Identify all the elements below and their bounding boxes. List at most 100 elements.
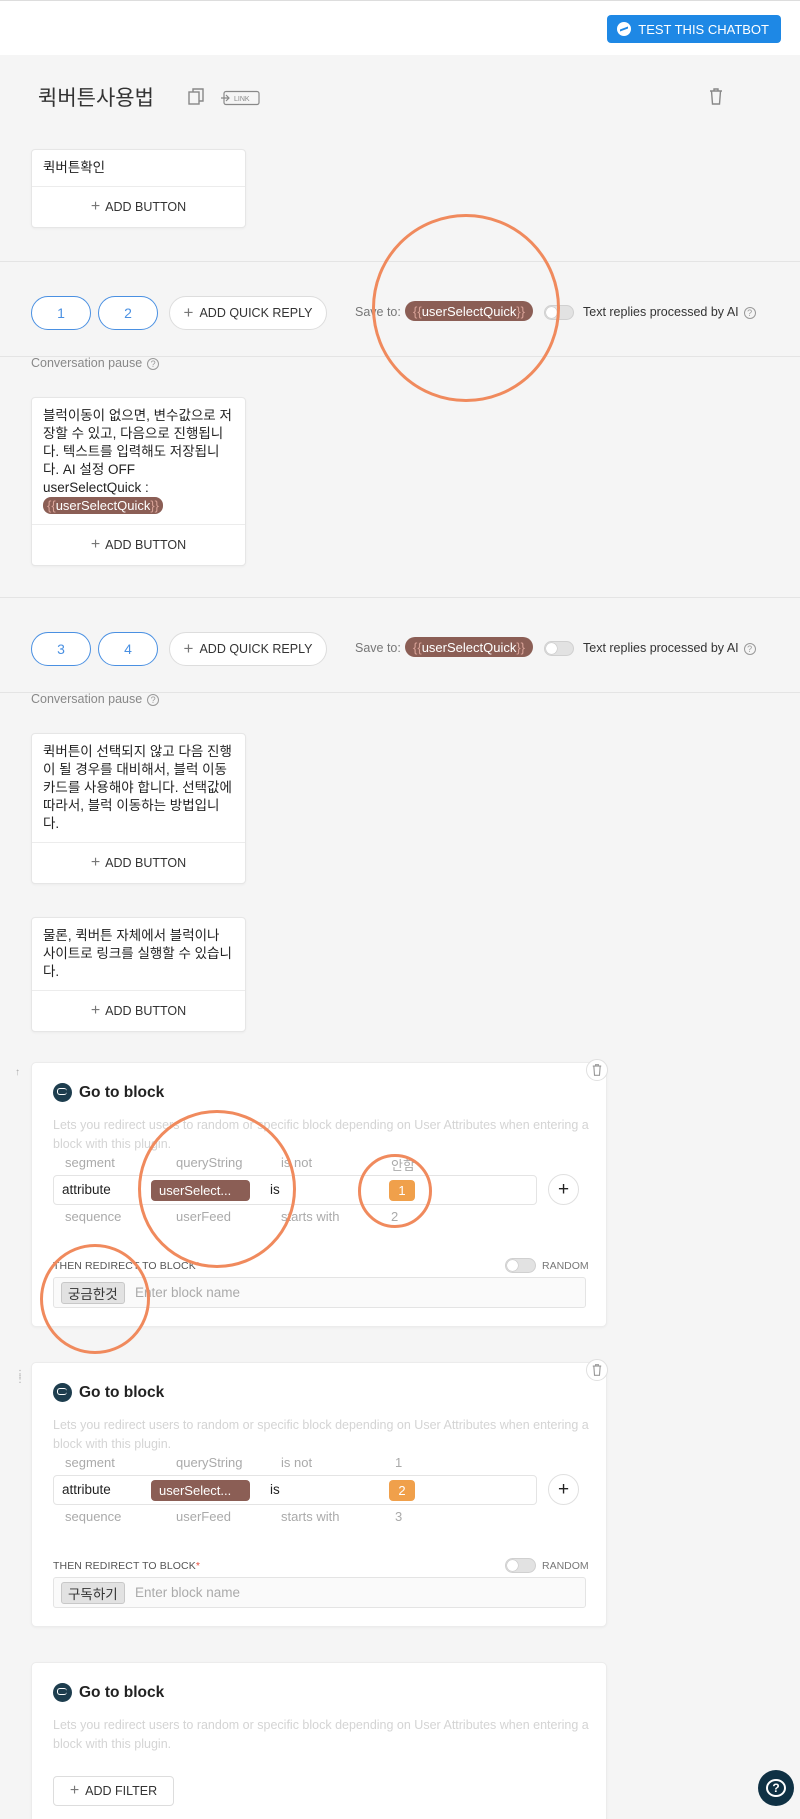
go-to-block-plugin: Go to block Lets you redirect users to r…: [31, 1062, 607, 1327]
filter-attribute-pill[interactable]: userSelect...: [151, 1180, 250, 1201]
inline-variable: {{userSelectQuick}}: [43, 497, 164, 514]
filter-value-badge[interactable]: 2: [389, 1480, 415, 1501]
filter-type[interactable]: attribute: [62, 1482, 111, 1497]
add-quick-reply-button[interactable]: + ADD QUICK REPLY: [169, 632, 327, 666]
card-text[interactable]: 퀵버튼확인: [32, 150, 245, 187]
quick-reply[interactable]: 3: [31, 632, 91, 666]
text-card: 블럭이동이 없으면, 변수값으로 저장할 수 있고, 다음으로 진행됩니다. 텍…: [31, 397, 246, 566]
plugin-header: Go to block: [53, 1683, 164, 1702]
block-chip[interactable]: 구독하기: [61, 1582, 125, 1604]
add-button[interactable]: + ADD BUTTON: [32, 991, 245, 1031]
then-redirect-label: THEN REDIRECT TO BLOCK*: [53, 1260, 200, 1272]
plugin-description: Lets you redirect users to random or spe…: [53, 1718, 589, 1751]
quick-reply[interactable]: 1: [31, 296, 91, 330]
help-icon[interactable]: ?: [743, 643, 756, 655]
drag-handle-icon[interactable]: ⋮ ⋮: [15, 1370, 25, 1385]
link-icon[interactable]: LINK: [220, 90, 260, 106]
plugin-title: Go to block: [79, 1383, 165, 1401]
conversation-pause-label[interactable]: Conversation pause?: [31, 692, 160, 706]
plugin-delete-button[interactable]: [586, 1059, 608, 1081]
link-tag-text: LINK: [234, 96, 250, 103]
plus-icon: +: [90, 1002, 101, 1019]
plugin-description: Lets you redirect users to random or spe…: [53, 1418, 589, 1451]
filter-row[interactable]: attribute userSelect... is 1: [53, 1175, 537, 1205]
save-variable-pill[interactable]: {{userSelectQuick}}: [405, 637, 534, 657]
add-filter-plus-button[interactable]: +: [548, 1174, 579, 1205]
add-button[interactable]: + ADD BUTTON: [32, 525, 245, 565]
block-name-input[interactable]: 궁금한것 Enter block name: [53, 1277, 586, 1308]
plus-icon: +: [69, 1782, 80, 1799]
block-title[interactable]: 퀵버튼사용법: [38, 82, 154, 112]
filter-type[interactable]: attribute: [62, 1182, 111, 1197]
plus-icon: +: [183, 303, 194, 322]
add-button-label: ADD BUTTON: [105, 1004, 187, 1018]
plus-icon: +: [183, 639, 194, 658]
plugin-delete-button[interactable]: [586, 1359, 608, 1381]
card-text-body: 블럭이동이 없으면, 변수값으로 저장할 수 있고, 다음으로 진행됩니다. 텍…: [43, 408, 232, 495]
random-label: RANDOM: [542, 1559, 589, 1572]
random-label: RANDOM: [542, 1259, 589, 1272]
divider: [0, 261, 800, 262]
random-toggle-wrap[interactable]: RANDOM: [505, 1558, 589, 1573]
block-title-row: 퀵버튼사용법: [38, 82, 154, 112]
go-to-block-icon: [53, 1683, 72, 1702]
card-text[interactable]: 퀵버튼이 선택되지 않고 다음 진행이 될 경우를 대비해서, 블럭 이동 카드…: [32, 734, 245, 843]
quick-reply[interactable]: 2: [98, 296, 158, 330]
variable-name: userSelectQuick: [421, 639, 517, 655]
help-button[interactable]: ?: [758, 1770, 794, 1806]
add-filter-button[interactable]: + ADD FILTER: [53, 1776, 174, 1806]
add-button[interactable]: + ADD BUTTON: [32, 843, 245, 883]
filter-operator[interactable]: is: [270, 1482, 280, 1497]
ai-label: Text replies processed by AI?: [583, 641, 756, 655]
text-card: 퀵버튼확인 + ADD BUTTON: [31, 149, 246, 228]
test-chatbot-label: TEST THIS CHATBOT: [638, 21, 769, 37]
add-quick-reply-label: ADD QUICK REPLY: [199, 306, 313, 320]
card-text[interactable]: 블럭이동이 없으면, 변수값으로 저장할 수 있고, 다음으로 진행됩니다. 텍…: [32, 398, 245, 525]
filter-operator[interactable]: is: [270, 1182, 280, 1197]
plugin-header: Go to block: [53, 1083, 164, 1102]
save-to-label: Save to:: [355, 305, 401, 319]
conversation-pause-label[interactable]: Conversation pause?: [31, 356, 160, 370]
plus-icon: +: [90, 198, 101, 215]
save-variable-pill[interactable]: {{userSelectQuick}}: [405, 301, 534, 321]
copy-icon[interactable]: [188, 88, 204, 105]
help-icon[interactable]: ?: [147, 694, 160, 706]
block-name-placeholder: Enter block name: [135, 1285, 241, 1300]
drag-handle-icon[interactable]: ↑: [15, 1068, 20, 1078]
divider: [0, 597, 800, 598]
block-chip[interactable]: 궁금한것: [61, 1282, 125, 1304]
test-chatbot-button[interactable]: TEST THIS CHATBOT: [607, 15, 781, 43]
ai-toggle[interactable]: [544, 305, 574, 320]
filter-value-badge[interactable]: 1: [389, 1180, 415, 1201]
save-to-label: Save to:: [355, 641, 401, 655]
help-icon[interactable]: ?: [743, 307, 756, 319]
top-bar: TEST THIS CHATBOT: [0, 0, 800, 55]
plugin-title: Go to block: [79, 1083, 165, 1101]
random-toggle[interactable]: [505, 1258, 536, 1273]
trash-icon: [592, 1064, 602, 1076]
go-to-block-plugin: Go to block Lets you redirect users to r…: [31, 1662, 607, 1819]
add-button[interactable]: + ADD BUTTON: [32, 187, 245, 227]
go-to-block-plugin: Go to block Lets you redirect users to r…: [31, 1362, 607, 1627]
trash-icon[interactable]: [709, 88, 723, 105]
go-to-block-icon: [53, 1383, 72, 1402]
ai-toggle[interactable]: [544, 641, 574, 656]
add-filter-plus-button[interactable]: +: [548, 1474, 579, 1505]
block-name-input[interactable]: 구독하기 Enter block name: [53, 1577, 586, 1608]
add-quick-reply-button[interactable]: + ADD QUICK REPLY: [169, 296, 327, 330]
random-toggle[interactable]: [505, 1558, 536, 1573]
add-button-label: ADD BUTTON: [105, 856, 187, 870]
text-card: 퀵버튼이 선택되지 않고 다음 진행이 될 경우를 대비해서, 블럭 이동 카드…: [31, 733, 246, 884]
variable-name: userSelectQuick: [421, 303, 517, 319]
random-toggle-wrap[interactable]: RANDOM: [505, 1258, 589, 1273]
help-icon: ?: [766, 1779, 786, 1797]
add-button-label: ADD BUTTON: [105, 200, 187, 214]
add-button-label: ADD BUTTON: [105, 538, 187, 552]
filter-attribute-pill[interactable]: userSelect...: [151, 1480, 250, 1501]
quick-reply[interactable]: 4: [98, 632, 158, 666]
filter-row[interactable]: attribute userSelect... is 2: [53, 1475, 537, 1505]
block-name-placeholder: Enter block name: [135, 1585, 241, 1600]
card-text[interactable]: 물론, 퀵버튼 자체에서 블럭이나 사이트로 링크를 실행할 수 있습니다.: [32, 918, 245, 991]
ai-label: Text replies processed by AI?: [583, 305, 756, 319]
help-icon[interactable]: ?: [147, 358, 160, 370]
